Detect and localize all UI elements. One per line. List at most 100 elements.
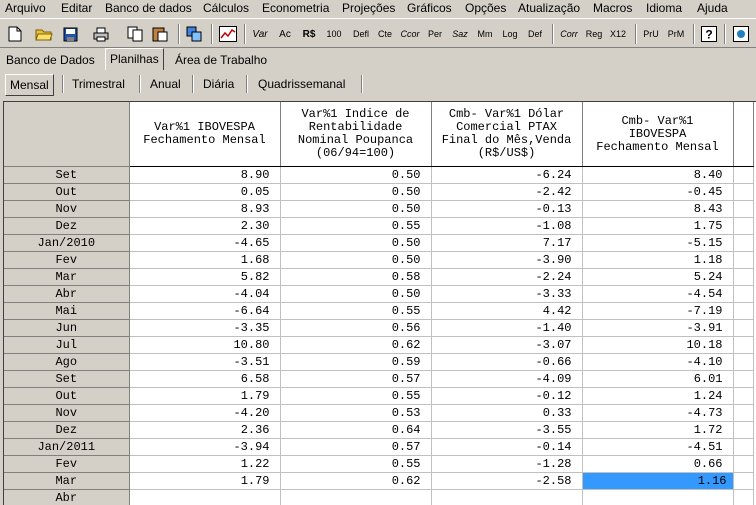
pru-button[interactable]: PrU [640,23,662,45]
data-cell[interactable]: 0.57 [280,438,432,456]
data-cell[interactable]: -5.15 [582,234,734,252]
row-header[interactable]: Fev [4,455,130,473]
var-button[interactable]: Var [249,23,271,45]
row-header[interactable]: Abr [4,489,130,505]
data-cell[interactable]: -6.24 [431,166,583,184]
data-cell[interactable]: -0.12 [431,387,583,405]
column-header-blank[interactable] [733,102,754,167]
index100-button[interactable]: 100 [323,23,345,45]
data-cell[interactable]: 1.72 [582,421,734,439]
row-header[interactable]: Dez [4,421,130,439]
blank-cell[interactable] [733,404,754,422]
data-cell[interactable]: 8.43 [582,200,734,218]
data-cell[interactable]: -3.33 [431,285,583,303]
column-header[interactable]: Var%1 Indice de Rentabilidade Nominal Po… [280,102,432,167]
column-header[interactable]: Cmb- Var%1 IBOVESPA Fechamento Mensal [582,102,734,167]
row-header[interactable]: Out [4,183,130,201]
blank-cell[interactable] [733,489,754,505]
menu-item-2[interactable]: Editar [61,1,92,16]
blank-cell[interactable] [733,472,754,490]
data-cell[interactable]: -3.35 [129,319,281,337]
selected-cell[interactable]: 1.16 [582,472,734,490]
data-cell[interactable]: 1.24 [582,387,734,405]
data-cell[interactable]: -3.94 [129,438,281,456]
menu-item-7[interactable]: Gráficos [407,1,452,16]
data-cell[interactable]: 0.05 [129,183,281,201]
data-cell[interactable]: 5.24 [582,268,734,286]
data-cell[interactable] [129,489,281,505]
cte-button[interactable]: Cte [374,23,396,45]
data-cell[interactable]: 10.18 [582,336,734,354]
per-button[interactable]: Per [424,23,446,45]
data-cell[interactable]: -4.65 [129,234,281,252]
open-folder-icon[interactable] [33,23,55,45]
data-cell[interactable]: -2.58 [431,472,583,490]
paste-icon[interactable] [150,23,170,45]
defl-button[interactable]: Defl [350,23,372,45]
data-cell[interactable] [280,489,432,505]
data-cell[interactable]: -0.66 [431,353,583,371]
blank-cell[interactable] [733,285,754,303]
data-cell[interactable]: -1.40 [431,319,583,337]
menu-item-9[interactable]: Atualização [518,1,580,16]
row-header[interactable]: Jan/2011 [4,438,130,456]
data-cell[interactable]: -4.51 [582,438,734,456]
data-cell[interactable]: 0.64 [280,421,432,439]
data-cell[interactable]: 0.55 [280,455,432,473]
data-cell[interactable]: 1.79 [129,387,281,405]
data-cell[interactable]: -0.14 [431,438,583,456]
data-cell[interactable]: 0.50 [280,234,432,252]
tab-anual[interactable]: Anual [150,73,181,95]
blank-cell[interactable] [733,166,754,184]
row-header[interactable]: Set [4,166,130,184]
def-button[interactable]: Def [524,23,546,45]
blank-cell[interactable] [733,302,754,320]
data-cell[interactable]: 5.82 [129,268,281,286]
data-cell[interactable]: 0.62 [280,336,432,354]
row-header[interactable]: Mar [4,268,130,286]
menu-item-12[interactable]: Ajuda [697,1,728,16]
data-cell[interactable]: -1.08 [431,217,583,235]
menu-item-11[interactable]: Idioma [646,1,682,16]
blank-cell[interactable] [733,251,754,269]
data-cell[interactable]: 8.90 [129,166,281,184]
tab-area-de-trabalho[interactable]: Área de Trabalho [171,51,271,69]
menu-item-10[interactable]: Macros [593,1,632,16]
data-cell[interactable]: -3.90 [431,251,583,269]
data-cell[interactable]: -6.64 [129,302,281,320]
tab-diaria[interactable]: Diária [203,73,234,95]
row-header[interactable]: Jul [4,336,130,354]
log-button[interactable]: Log [499,23,521,45]
data-cell[interactable]: -3.55 [431,421,583,439]
tab-mensal[interactable]: Mensal [5,74,54,96]
data-cell[interactable]: 1.79 [129,472,281,490]
data-cell[interactable]: 0.50 [280,183,432,201]
blank-cell[interactable] [733,370,754,388]
menu-item-4[interactable]: Cálculos [203,1,249,16]
ac-button[interactable]: Ac [275,23,295,45]
tab-trimestral[interactable]: Trimestral [72,73,125,95]
menu-item-6[interactable]: Projeções [342,1,395,16]
data-cell[interactable]: 8.40 [582,166,734,184]
data-cell[interactable]: 0.33 [431,404,583,422]
data-cell[interactable]: 2.30 [129,217,281,235]
print-icon[interactable] [91,23,111,45]
data-cell[interactable]: 0.57 [280,370,432,388]
data-cell[interactable]: 0.50 [280,200,432,218]
copy-icon[interactable] [125,23,145,45]
row-header[interactable]: Abr [4,285,130,303]
blank-cell[interactable] [733,353,754,371]
data-cell[interactable]: 0.50 [280,166,432,184]
data-cell[interactable]: -2.24 [431,268,583,286]
line-chart-icon[interactable] [217,23,239,45]
exit-icon[interactable] [731,23,751,45]
rs-button[interactable]: R$ [298,23,320,45]
tab-quadrissemanal[interactable]: Quadrissemanal [258,73,345,95]
data-cell[interactable]: -2.42 [431,183,583,201]
menu-item-5[interactable]: Econometria [262,1,329,16]
spreadsheet-grid[interactable]: Var%1 IBOVESPA Fechamento Mensal Var%1 In… [3,101,756,505]
prm-button[interactable]: PrM [665,23,687,45]
data-cell[interactable]: -3.07 [431,336,583,354]
blank-cell[interactable] [733,438,754,456]
tab-planilhas[interactable]: Planilhas [105,48,164,70]
